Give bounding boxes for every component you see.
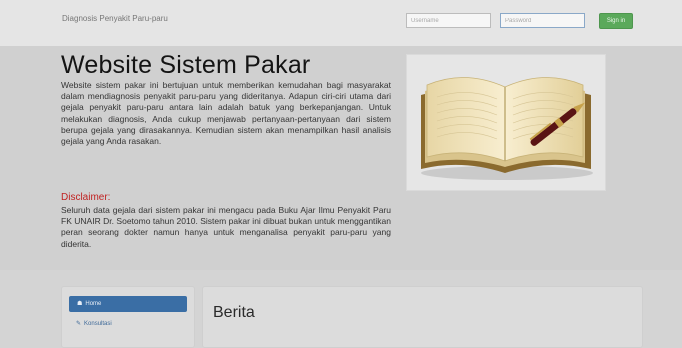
top-navbar: Diagnosis Penyakit Paru-paru Sign in: [0, 0, 682, 47]
sidebar-item-label: Konsultasi: [84, 321, 112, 327]
sign-in-button[interactable]: Sign in: [599, 13, 633, 29]
main-panel: Berita: [202, 286, 643, 348]
site-brand[interactable]: Diagnosis Penyakit Paru-paru: [62, 14, 168, 23]
home-icon: ☗: [77, 301, 83, 307]
sidebar-nav: ☗ Home ✎ Konsultasi: [61, 286, 195, 348]
disclaimer-paragraph: Seluruh data gejala dari sistem pakar in…: [61, 205, 391, 249]
username-input[interactable]: [406, 13, 491, 28]
disclaimer-heading: Disclaimer:: [61, 192, 111, 203]
sidebar-item-konsultasi[interactable]: ✎ Konsultasi: [76, 320, 112, 327]
section-title: Berita: [213, 304, 255, 321]
hero-image: [406, 54, 606, 191]
page-title: Website Sistem Pakar: [61, 51, 311, 79]
pencil-icon: ✎: [76, 321, 82, 327]
open-book-icon: [421, 77, 593, 180]
password-input[interactable]: [500, 13, 585, 28]
sidebar-item-label: Home: [85, 301, 102, 307]
sidebar-item-home[interactable]: ☗ Home: [69, 296, 187, 312]
intro-paragraph: Website sistem pakar ini bertujuan untuk…: [61, 80, 391, 147]
